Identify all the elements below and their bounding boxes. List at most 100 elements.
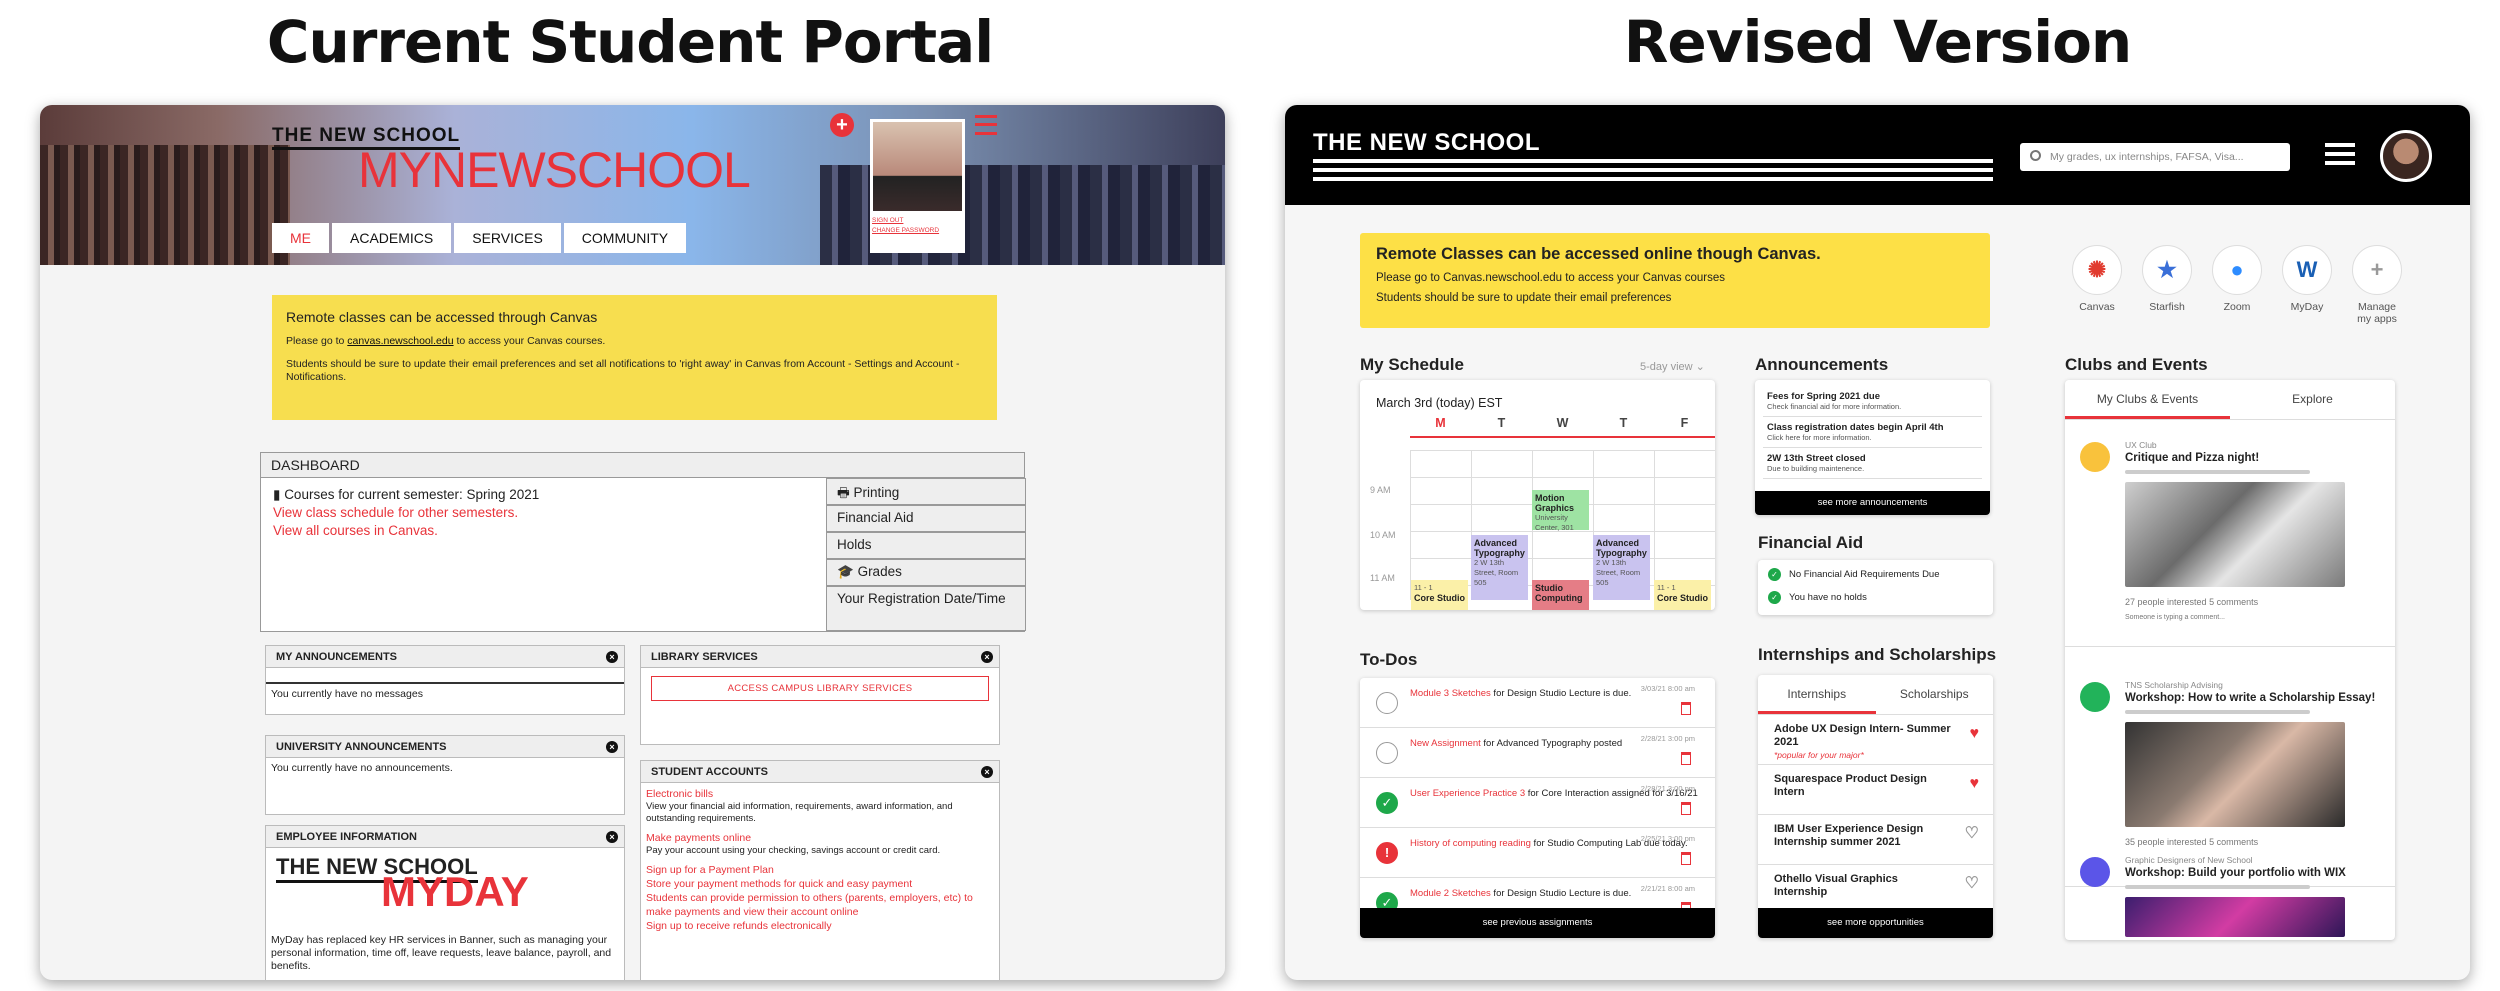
avatar[interactable] (2380, 130, 2432, 182)
calendar-event[interactable]: 11 - 1 Core Studio (1411, 580, 1468, 610)
registration-link[interactable]: Your Registration Date/Time (826, 586, 1026, 631)
club-avatar (2080, 857, 2110, 887)
account-link[interactable]: Students can provide permission to other… (641, 891, 999, 919)
event-image (2125, 482, 2345, 587)
nav-services[interactable]: SERVICES (454, 223, 561, 253)
internship-note: *popular for your major* (1774, 750, 1864, 760)
close-icon[interactable]: × (981, 766, 993, 778)
schedule-link[interactable]: View class schedule for other semesters. (273, 504, 539, 522)
account-link[interactable]: Store your payment methods for quick and… (641, 877, 999, 891)
weekday-label: W (1556, 416, 1569, 430)
app-shortcut[interactable]: ● Zoom (2210, 245, 2264, 325)
app-shortcut[interactable]: + Manage my apps (2350, 245, 2404, 325)
account-link[interactable]: Sign up to receive refunds electronicall… (641, 919, 999, 933)
heart-outline-icon[interactable]: ♡ (1965, 826, 1979, 842)
holds-link[interactable]: Holds (826, 532, 1026, 559)
time-label: 10 AM (1370, 530, 1396, 540)
library-button[interactable]: ACCESS CAMPUS LIBRARY SERVICES (651, 676, 989, 701)
announcement-item[interactable]: 2W 13th Street closed Due to building mai… (1763, 448, 1982, 479)
internship-item[interactable]: Adobe UX Design Intern- Summer 2021 *popu… (1758, 715, 1993, 765)
checkbox[interactable] (1376, 692, 1398, 714)
app-label: Manage my apps (2357, 301, 2397, 325)
internship-item[interactable]: IBM User Experience Design Internship su… (1758, 815, 1993, 865)
close-icon[interactable]: × (981, 651, 993, 663)
announcement-item[interactable]: Fees for Spring 2021 due Check financial … (1763, 386, 1982, 417)
financial-aid-link[interactable]: Financial Aid (826, 505, 1026, 532)
app-shortcut[interactable]: ★ Starfish (2140, 245, 2194, 325)
printing-link[interactable]: 🖶 Printing (826, 478, 1026, 505)
app-shortcut[interactable]: W MyDay (2280, 245, 2334, 325)
panel-title: EMPLOYEE INFORMATION (276, 831, 417, 843)
todo-link[interactable]: Module 2 Sketches (1410, 888, 1491, 899)
calendar-event[interactable]: 11 - 1 Core Studio (1654, 580, 1711, 610)
todo-link[interactable]: User Experience Practice 3 (1410, 788, 1525, 799)
calendar-event[interactable]: Advanced Typography 2 W 13th Street, Room… (1471, 535, 1528, 600)
search-input[interactable]: My grades, ux internships, FAFSA, Visa..… (2020, 143, 2290, 171)
tab-scholarships[interactable]: Scholarships (1876, 675, 1994, 714)
todo-link[interactable]: History of computing reading (1410, 838, 1531, 849)
account-link[interactable]: Make payments online (641, 831, 999, 845)
heart-filled-icon[interactable]: ♥ (1970, 776, 1980, 792)
weekday-label: T (1497, 416, 1506, 430)
heart-outline-icon[interactable]: ♡ (1965, 876, 1979, 892)
canvas-courses-link[interactable]: View all courses in Canvas. (273, 522, 539, 540)
trash-icon[interactable] (1681, 852, 1691, 865)
checkbox[interactable] (1376, 742, 1398, 764)
app-shortcut[interactable]: ✺ Canvas (2070, 245, 2124, 325)
internship-item[interactable]: Squarespace Product Design Intern ♥ (1758, 765, 1993, 815)
clubs-title: Clubs and Events (2065, 355, 2208, 374)
graduation-cap-icon: 🎓 (837, 564, 858, 579)
announcement-title: Fees for Spring 2021 due (1767, 391, 1880, 402)
nav-me[interactable]: ME (272, 223, 329, 253)
trash-icon[interactable] (1681, 802, 1691, 815)
account-link[interactable]: Electronic bills (641, 787, 999, 801)
interested-count: 27 people interested (2125, 597, 2207, 607)
notice-title: Remote classes can be accessed through C… (286, 309, 598, 325)
event-progress-bar (2125, 470, 2310, 474)
alert-icon[interactable]: ! (1376, 842, 1398, 864)
trash-icon[interactable] (1681, 702, 1691, 715)
todo-link[interactable]: New Assignment (1410, 738, 1481, 749)
account-link[interactable]: Sign up for a Payment Plan (641, 863, 999, 877)
calendar-event[interactable]: Advanced Typography 2 W 13th Street, Room… (1593, 535, 1650, 600)
view-selector[interactable]: 5-day view ⌄ (1640, 360, 1705, 373)
canvas-link[interactable]: canvas.newschool.edu (347, 335, 453, 347)
right-title: Revised Version (1623, 8, 2132, 76)
chevron-down-icon: ⌄ (1695, 361, 1705, 373)
club-event-item[interactable]: Graphic Designers of New School Workshop:… (2065, 837, 2395, 940)
see-more-announcements-button[interactable]: see more announcements (1755, 491, 1990, 515)
internships-title: Internships and Scholarships (1758, 645, 1997, 664)
close-icon[interactable]: × (606, 741, 618, 753)
see-previous-assignments-button[interactable]: see previous assignments (1360, 908, 1715, 938)
heart-filled-icon[interactable]: ♥ (1970, 726, 1980, 742)
tab-explore[interactable]: Explore (2230, 380, 2395, 419)
tab-internships[interactable]: Internships (1758, 675, 1876, 714)
checked-icon[interactable]: ✓ (1376, 792, 1398, 814)
event-title: Workshop: Build your portfolio with WIX (2125, 867, 2346, 879)
dashboard: DASHBOARD ▮ Courses for current semester… (260, 452, 1026, 632)
trash-icon[interactable] (1681, 752, 1691, 765)
search-placeholder: My grades, ux internships, FAFSA, Visa..… (2050, 151, 2244, 163)
calendar-event[interactable]: Studio Computing (1532, 580, 1589, 610)
club-event-item[interactable]: UX Club Critique and Pizza night! 27 peopl… (2065, 422, 2395, 647)
search-icon (2030, 150, 2041, 161)
close-icon[interactable]: × (606, 651, 618, 663)
nav-academics[interactable]: ACADEMICS (332, 223, 452, 253)
nav-community[interactable]: COMMUNITY (563, 223, 687, 253)
tab-my-clubs[interactable]: My Clubs & Events (2065, 380, 2230, 419)
announcement-item[interactable]: Class registration dates begin April 4th… (1763, 417, 1982, 448)
hamburger-menu-icon[interactable] (2325, 143, 2355, 165)
change-password-link[interactable]: CHANGE PASSWORD (872, 226, 963, 236)
calendar-event[interactable]: Motion Graphics University Center, 301 (1532, 490, 1589, 532)
sign-out-link[interactable]: SIGN OUT (872, 216, 963, 226)
grades-link[interactable]: 🎓 Grades (826, 559, 1026, 586)
menu-icon[interactable] (975, 115, 997, 135)
see-more-opportunities-button[interactable]: see more opportunities (1758, 908, 1993, 938)
add-icon[interactable]: + (830, 113, 854, 137)
schedule-date: March 3rd (today) EST (1376, 396, 1503, 410)
todo-link[interactable]: Module 3 Sketches (1410, 688, 1491, 699)
close-icon[interactable]: × (606, 831, 618, 843)
weekday-label: M (1435, 416, 1446, 430)
courses-heading: ▮ Courses for current semester: Spring 2… (273, 487, 540, 502)
announcement-detail: Due to building maintenence. (1767, 464, 1865, 473)
